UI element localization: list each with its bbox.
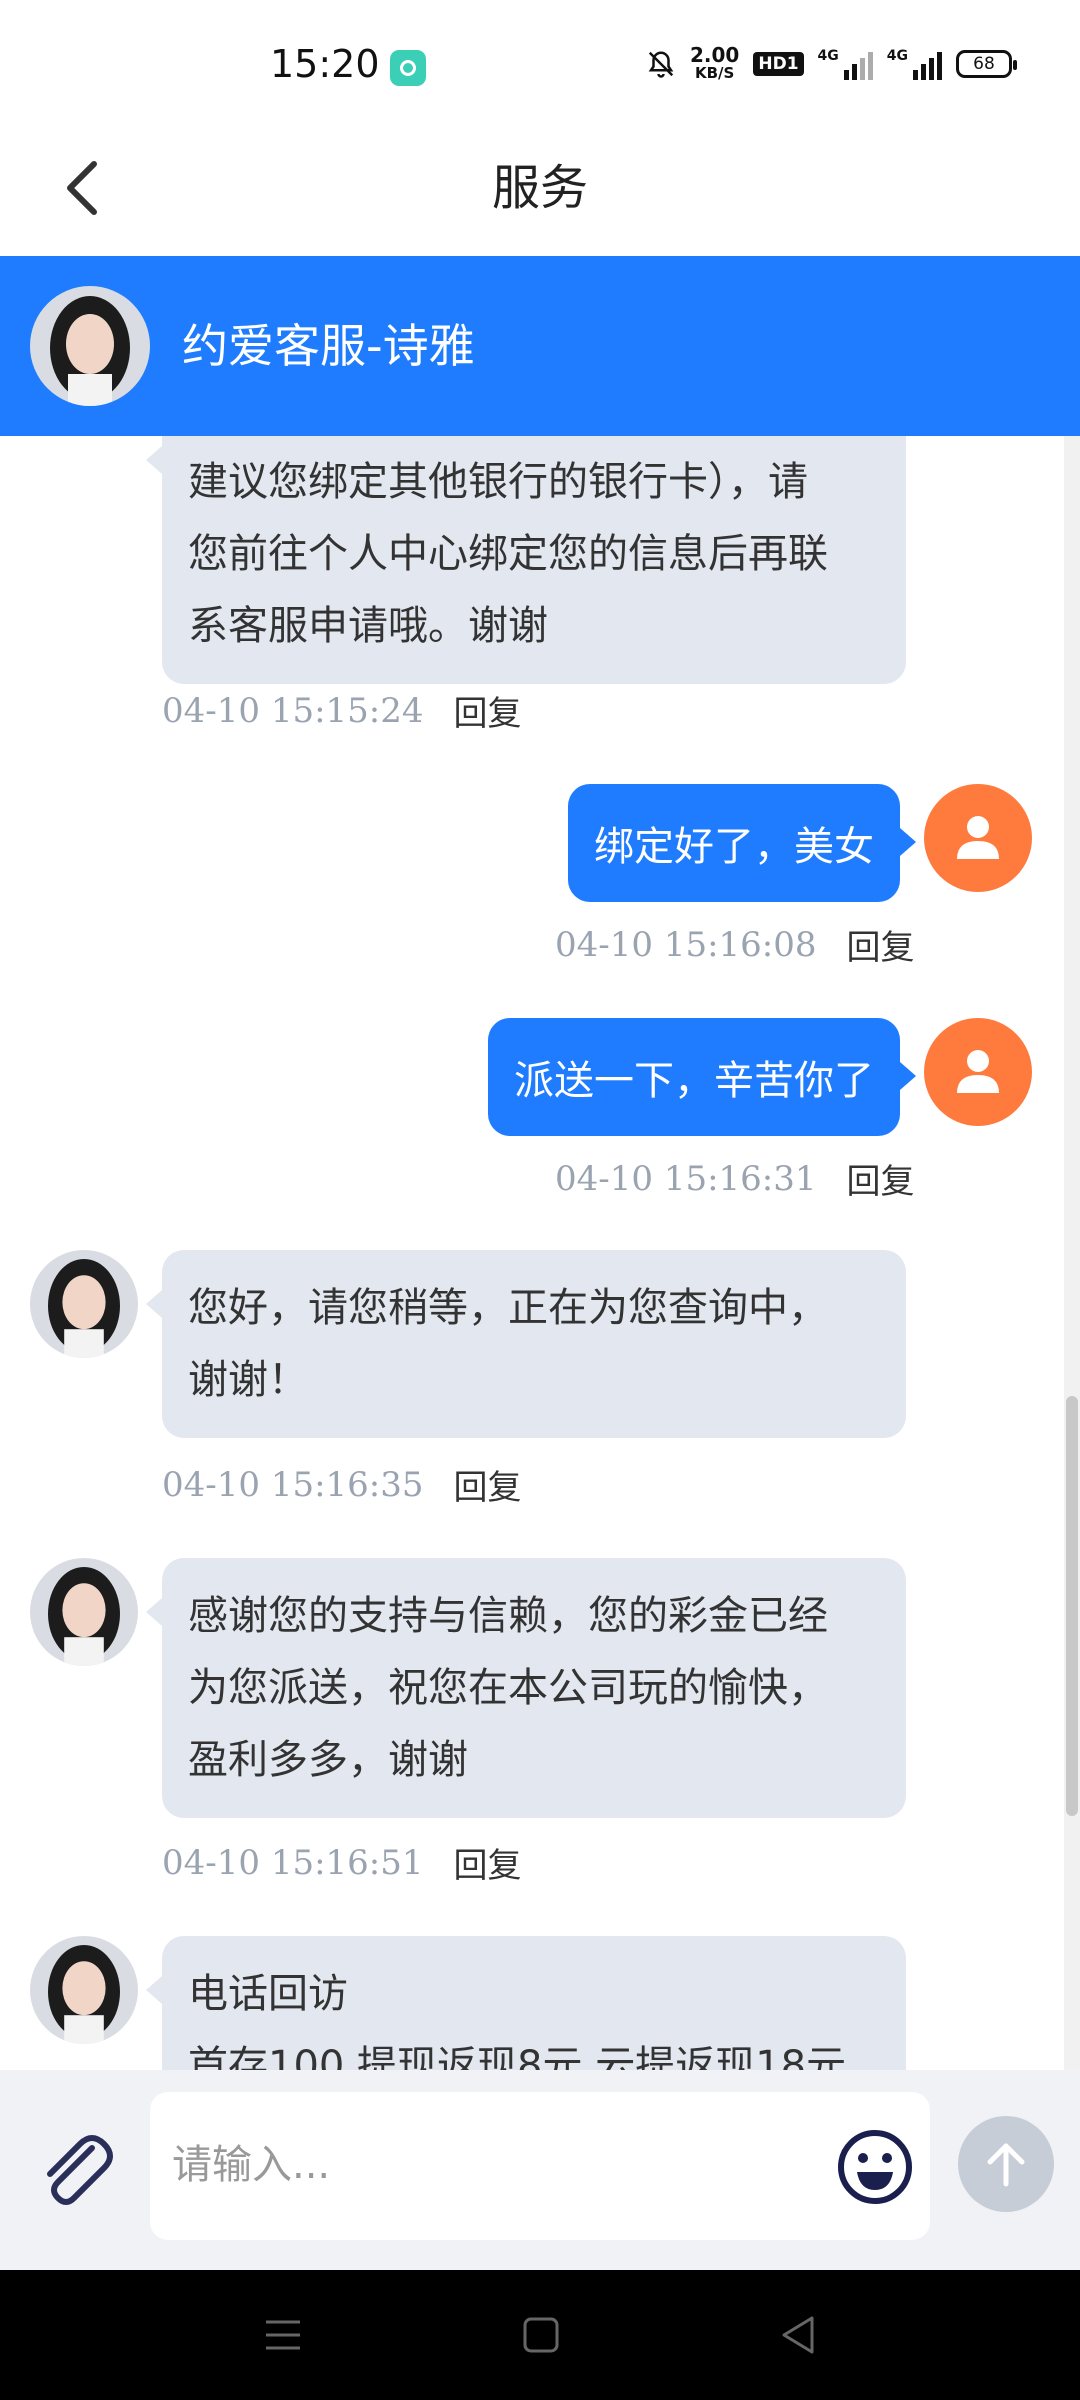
page-title: 服务 bbox=[491, 160, 588, 216]
system-nav-bar bbox=[0, 2270, 1080, 2400]
reply-button[interactable]: 回复 bbox=[847, 920, 915, 969]
agent-message-bubble: 建议您绑定其他银行的银行卡），请 您前往个人中心绑定您的信息后再联 系客服申请哦… bbox=[146, 436, 906, 684]
message-text: 派送一下，辛苦你了 bbox=[514, 1058, 874, 1104]
arrow-up-icon bbox=[987, 2143, 1025, 2187]
agent-message-bubble: 感谢您的支持与信赖，您的彩金已经 为您派送，祝您在本公司玩的愉快， 盈利多多，谢… bbox=[146, 1558, 906, 1818]
input-bar bbox=[0, 2070, 1080, 2270]
agent-message-bubble: 电话回访 首存100 提现返现8元 云提返现18元 bbox=[146, 1936, 906, 2070]
net-speed: 2.00 KB/S bbox=[690, 43, 740, 82]
message-meta: 04-10 15:16:35 回复 bbox=[162, 1460, 522, 1509]
bell-muted-icon bbox=[648, 51, 674, 78]
message-line: 您前往个人中心绑定您的信息后再联 bbox=[188, 531, 828, 577]
message-line: 电话回访 bbox=[188, 1971, 348, 2017]
status-icons: 2.00 KB/S HD1 4G 4G 68 bbox=[646, 43, 1017, 84]
agent-avatar[interactable] bbox=[30, 286, 150, 406]
home-icon[interactable] bbox=[516, 2310, 566, 2360]
reply-button[interactable]: 回复 bbox=[454, 686, 522, 735]
scroll-track bbox=[1064, 436, 1080, 2070]
battery-icon: 68 bbox=[956, 50, 1017, 78]
person-icon bbox=[957, 816, 999, 859]
signal-2-label: 4G bbox=[886, 48, 908, 64]
agent-bar: 约爱客服-诗雅 bbox=[0, 256, 1080, 436]
message-time: 04-10 15:16:51 bbox=[162, 1842, 424, 1883]
menu-icon[interactable] bbox=[258, 2310, 308, 2360]
message-meta: 04-10 15:16:51 回复 bbox=[162, 1838, 522, 1887]
message-time: 04-10 15:16:35 bbox=[162, 1464, 424, 1505]
message-time: 04-10 15:16:31 bbox=[555, 1158, 817, 1199]
chat-area[interactable]: 建议您绑定其他银行的银行卡），请 您前往个人中心绑定您的信息后再联 系客服申请哦… bbox=[0, 436, 1080, 2070]
send-button[interactable] bbox=[958, 2116, 1054, 2212]
message-input[interactable] bbox=[172, 2132, 752, 2198]
back-triangle-icon[interactable] bbox=[774, 2310, 824, 2360]
message-meta: 04-10 15:15:24 回复 bbox=[162, 686, 522, 735]
message-line: 系客服申请哦。谢谢 bbox=[188, 603, 548, 649]
message-line: 为您派送，祝您在本公司玩的愉快， bbox=[188, 1665, 828, 1711]
net-speed-value: 2.00 bbox=[690, 43, 740, 67]
message-line: 首存100 提现返现8元 云提返现18元 bbox=[188, 2043, 847, 2070]
agent-avatar[interactable] bbox=[30, 1936, 138, 2044]
message-time: 04-10 15:16:08 bbox=[555, 924, 817, 965]
agent-avatar[interactable] bbox=[30, 1558, 138, 1666]
message-meta: 04-10 15:16:08 回复 bbox=[555, 920, 915, 969]
agent-message-bubble: 您好，请您稍等，正在为您查询中， 谢谢！ bbox=[146, 1250, 906, 1438]
agent-avatar[interactable] bbox=[30, 1250, 138, 1358]
message-text: 绑定好了，美女 bbox=[594, 824, 874, 870]
user-message-bubble: 绑定好了，美女 bbox=[568, 784, 916, 902]
smiley-icon[interactable] bbox=[830, 2122, 920, 2212]
status-time: 15:20 bbox=[270, 42, 380, 86]
message-input-box bbox=[150, 2092, 930, 2240]
app-notification-icon bbox=[390, 50, 426, 86]
signal-2-icon: 4G bbox=[887, 48, 942, 80]
person-icon bbox=[957, 1050, 999, 1093]
message-line: 感谢您的支持与信赖，您的彩金已经 bbox=[188, 1593, 828, 1639]
signal-1-label: 4G bbox=[817, 48, 839, 64]
message-line: 盈利多多，谢谢 bbox=[188, 1737, 468, 1783]
hd-badge: HD1 bbox=[753, 52, 804, 76]
agent-name: 约爱客服-诗雅 bbox=[182, 319, 475, 373]
reply-button[interactable]: 回复 bbox=[454, 1460, 522, 1509]
reply-button[interactable]: 回复 bbox=[847, 1154, 915, 1203]
user-avatar[interactable] bbox=[924, 784, 1032, 892]
message-line: 您好，请您稍等，正在为您查询中， bbox=[188, 1285, 828, 1331]
net-speed-unit: KB/S bbox=[695, 64, 735, 82]
message-time: 04-10 15:15:24 bbox=[162, 690, 424, 731]
title-bar: 服务 bbox=[0, 120, 1080, 256]
message-line: 建议您绑定其他银行的银行卡），请 bbox=[188, 459, 808, 505]
paperclip-icon[interactable] bbox=[30, 2126, 120, 2216]
signal-1-icon: 4G bbox=[818, 48, 873, 80]
user-avatar[interactable] bbox=[924, 1018, 1032, 1126]
user-message-bubble: 派送一下，辛苦你了 bbox=[488, 1018, 916, 1136]
message-meta: 04-10 15:16:31 回复 bbox=[555, 1154, 915, 1203]
message-line: 谢谢！ bbox=[188, 1357, 308, 1403]
reply-button[interactable]: 回复 bbox=[454, 1838, 522, 1887]
scrollbar[interactable] bbox=[1066, 1396, 1078, 1816]
status-bar: 15:20 2.00 KB/S HD1 4G 4G 68 bbox=[0, 0, 1080, 120]
